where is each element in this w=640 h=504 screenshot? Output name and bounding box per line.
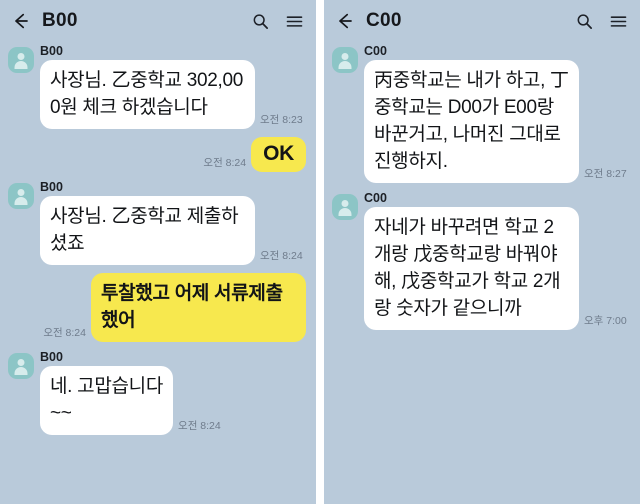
chat-title: C00 <box>366 10 402 31</box>
message-bubble[interactable]: 丙중학교는 내가 하고, 丁중학교는 D00가 E00랑 바꾼거고, 나머진 그… <box>364 60 579 183</box>
message-row-incoming: B00 네. 고맙습니다 ~~ 오전 8:24 <box>8 350 306 435</box>
message-row-incoming: C00 丙중학교는 내가 하고, 丁중학교는 D00가 E00랑 바꾼거고, 나… <box>332 44 630 183</box>
message-group: C00 자네가 바꾸려면 학교 2개랑 戊중학교랑 바꿔야해, 戊중학교가 학교… <box>332 191 630 330</box>
message-timestamp: 오전 8:24 <box>178 420 221 432</box>
sender-name: B00 <box>40 350 63 364</box>
back-arrow-icon[interactable] <box>10 10 32 32</box>
message-group: C00 丙중학교는 내가 하고, 丁중학교는 D00가 E00랑 바꾼거고, 나… <box>332 44 630 183</box>
screenshot-root: B00 B00 사장님. 乙중학교 302,000원 체크 하겠습니다 오전 8… <box>0 0 640 504</box>
search-icon[interactable] <box>574 11 594 31</box>
message-timestamp: 오전 8:24 <box>203 157 247 169</box>
message-timestamp: 오전 8:24 <box>43 327 86 339</box>
message-timestamp: 오전 8:24 <box>260 250 303 262</box>
message-timestamp: 오후 7:00 <box>584 315 627 327</box>
message-row-incoming: B00 사장님. 乙중학교 제출하셨죠 오전 8:24 <box>8 180 306 265</box>
avatar[interactable] <box>332 194 358 220</box>
message-row-outgoing: 오전 8:24 OK <box>8 137 306 172</box>
sender-name: B00 <box>40 180 63 194</box>
hamburger-menu-icon[interactable] <box>284 11 304 31</box>
avatar[interactable] <box>8 183 34 209</box>
message-row-incoming: C00 자네가 바꾸려면 학교 2개랑 戊중학교랑 바꿔야해, 戊중학교가 학교… <box>332 191 630 330</box>
message-timestamp: 오전 8:27 <box>584 168 627 180</box>
header-actions-right <box>574 11 628 31</box>
message-group: 오전 8:24 투찰했고 어제 서류제출했어 <box>8 273 306 342</box>
message-bubble[interactable]: 투찰했고 어제 서류제출했어 <box>91 273 306 342</box>
bubble-line: 丙중학교는 내가 하고, 丁중학교는 D00가 E00랑 바꾼거고, 나머진 그… <box>364 60 630 183</box>
avatar[interactable] <box>8 353 34 379</box>
message-group: 오전 8:24 OK <box>8 137 306 172</box>
sender-name: C00 <box>364 44 387 58</box>
message-bubble[interactable]: 네. 고맙습니다 ~~ <box>40 366 174 435</box>
chat-header-left: B00 <box>0 2 316 40</box>
bubble-column: B00 사장님. 乙중학교 제출하셨죠 오전 8:24 <box>40 180 306 265</box>
message-group: B00 사장님. 乙중학교 제출하셨죠 오전 8:24 <box>8 180 306 265</box>
message-list-right[interactable]: C00 丙중학교는 내가 하고, 丁중학교는 D00가 E00랑 바꾼거고, 나… <box>324 40 640 504</box>
message-bubble[interactable]: OK <box>251 137 306 172</box>
chat-header-right: C00 <box>324 2 640 40</box>
chat-panel-right: C00 C00 丙중학교는 내가 하고, 丁중학교는 D00가 E00랑 바꾼거… <box>324 0 640 504</box>
message-timestamp: 오전 8:23 <box>260 114 303 126</box>
message-bubble[interactable]: 사장님. 乙중학교 제출하셨죠 <box>40 196 255 265</box>
bubble-column: B00 네. 고맙습니다 ~~ 오전 8:24 <box>40 350 306 435</box>
message-list-left[interactable]: B00 사장님. 乙중학교 302,000원 체크 하겠습니다 오전 8:23 … <box>0 40 316 504</box>
bubble-column: B00 사장님. 乙중학교 302,000원 체크 하겠습니다 오전 8:23 <box>40 44 306 129</box>
bubble-line: 사장님. 乙중학교 302,000원 체크 하겠습니다 오전 8:23 <box>40 60 306 129</box>
message-group: B00 네. 고맙습니다 ~~ 오전 8:24 <box>8 350 306 435</box>
chat-title: B00 <box>42 10 78 31</box>
avatar[interactable] <box>8 47 34 73</box>
message-bubble[interactable]: 자네가 바꾸려면 학교 2개랑 戊중학교랑 바꿔야해, 戊중학교가 학교 2개랑… <box>364 207 579 330</box>
bubble-line: 사장님. 乙중학교 제출하셨죠 오전 8:24 <box>40 196 306 265</box>
bubble-column: C00 丙중학교는 내가 하고, 丁중학교는 D00가 E00랑 바꾼거고, 나… <box>364 44 630 183</box>
message-bubble[interactable]: 사장님. 乙중학교 302,000원 체크 하겠습니다 <box>40 60 255 129</box>
bubble-line: 자네가 바꾸려면 학교 2개랑 戊중학교랑 바꿔야해, 戊중학교가 학교 2개랑… <box>364 207 630 330</box>
message-group: B00 사장님. 乙중학교 302,000원 체크 하겠습니다 오전 8:23 <box>8 44 306 129</box>
message-row-incoming: B00 사장님. 乙중학교 302,000원 체크 하겠습니다 오전 8:23 <box>8 44 306 129</box>
sender-name: B00 <box>40 44 63 58</box>
avatar[interactable] <box>332 47 358 73</box>
sender-name: C00 <box>364 191 387 205</box>
back-arrow-icon[interactable] <box>334 10 356 32</box>
bubble-line: 네. 고맙습니다 ~~ 오전 8:24 <box>40 366 306 435</box>
message-row-outgoing: 오전 8:24 투찰했고 어제 서류제출했어 <box>8 273 306 342</box>
header-actions-left <box>250 11 304 31</box>
hamburger-menu-icon[interactable] <box>608 11 628 31</box>
search-icon[interactable] <box>250 11 270 31</box>
bubble-column: C00 자네가 바꾸려면 학교 2개랑 戊중학교랑 바꿔야해, 戊중학교가 학교… <box>364 191 630 330</box>
chat-panel-left: B00 B00 사장님. 乙중학교 302,000원 체크 하겠습니다 오전 8… <box>0 0 316 504</box>
